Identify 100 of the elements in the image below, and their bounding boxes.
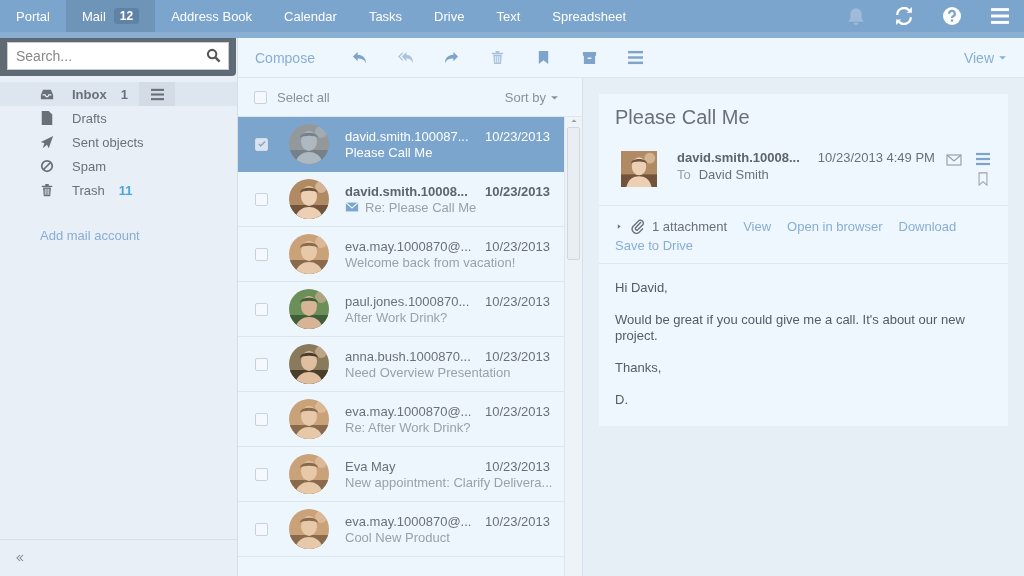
folder-item[interactable]: Sent objects [0,130,237,154]
message-row[interactable]: paul.jones.1000870... 10/23/2013 After Work Drink? [238,282,564,337]
attachment-link[interactable]: Download [898,218,957,234]
attachment-link[interactable]: View [743,218,772,234]
nav-tab[interactable]: Tasks [352,0,419,32]
spam-icon [40,159,54,173]
folder-item[interactable]: Spam [0,154,237,178]
recipient-name: David Smith [698,167,769,182]
collapse-icon[interactable] [14,552,26,564]
search-icon[interactable] [206,48,221,63]
message-row[interactable]: anna.bush.1000870... 10/23/2013 Need Overview Presentation [238,337,564,392]
search-field[interactable]: Search... [7,42,229,70]
message-row[interactable]: david.smith.100087... 10/23/2013 Please Call Me [238,117,564,172]
unread-count: 12 [113,8,140,24]
paperclip-icon [630,218,646,234]
folder-count: 1 [120,86,128,102]
archive-icon[interactable] [582,50,598,65]
checkbox[interactable] [254,90,267,104]
bookmark-icon[interactable] [976,172,990,186]
sender-name: david.smith.10008... [677,150,800,165]
message-sender: david.smith.100087... [345,128,469,144]
message-row[interactable]: eva.may.1000870@... 10/23/2013 Re: After Work Drink? [238,392,564,447]
message-row[interactable]: david.smith.10008... 10/23/2013 Re: Please Call Me [238,172,564,227]
check-icon [256,139,267,149]
message-paragraph: D. [615,392,629,408]
refresh-icon[interactable] [895,7,913,25]
trash-icon[interactable] [490,50,506,65]
checkbox[interactable] [255,137,268,151]
message-paragraph: Thanks, [615,360,663,376]
message-sender: Eva May [345,458,396,474]
nav-tab[interactable]: Text [480,0,537,32]
scroll-thumb[interactable] [567,127,580,260]
nav-tab[interactable]: Mail 12 [65,0,156,32]
message-row[interactable]: eva.may.1000870@... 10/23/2013 Cool New Product [238,502,564,557]
checkbox[interactable] [255,302,268,316]
message-sender: eva.may.1000870@... [345,403,472,419]
attachment-count: 1 attachment [652,218,728,234]
checkbox[interactable] [255,467,268,481]
message-paragraph: Hi David, [615,280,669,296]
nav-tab[interactable]: Spreadsheet [536,0,643,32]
reply-icon[interactable] [352,50,368,65]
inbox-icon [40,87,54,101]
message-subject: Welcome back from vacation! [345,254,516,270]
nav-tab[interactable]: Calendar [268,0,353,32]
folder-item[interactable]: Drafts [0,106,237,130]
reply-all-icon[interactable] [398,50,414,65]
help-icon[interactable] [943,7,961,25]
attachment-link[interactable]: Save to Drive [615,238,694,253]
select-all-label: Select all [277,89,330,105]
message-subject: Re: Please Call Me [365,199,477,215]
nav-tab[interactable]: Portal [0,0,66,32]
nav-tab[interactable]: Drive [418,0,481,32]
checkbox[interactable] [255,412,268,426]
folder-item[interactable]: Inbox 1 [0,82,237,106]
message-subject: Re: After Work Drink? [345,419,471,435]
nav-tab[interactable]: Address Book [155,0,269,32]
message-sender: david.smith.10008... [345,183,468,199]
document-icon [40,111,54,125]
scroll-up-icon [569,117,578,125]
message-sender: eva.may.1000870@... [345,238,472,254]
paper-plane-icon [40,135,54,149]
message-date: 10/23/2013 [484,403,550,419]
message-date: 10/23/2013 [484,183,550,199]
envelope-icon[interactable] [946,152,962,168]
message-subject: Need Overview Presentation [345,364,511,380]
message-sender: anna.bush.1000870... [345,348,471,364]
view-dropdown[interactable]: View [963,49,1008,66]
checkbox[interactable] [255,357,268,371]
checkbox[interactable] [255,247,268,261]
scrollbar[interactable] [564,117,582,576]
message-sender: paul.jones.1000870... [345,293,470,309]
message-subject: Please Call Me [345,144,433,160]
sort-dropdown[interactable]: Sort by [498,88,566,106]
message-paragraph: Would be great if you could give me a call. It's about our new project. [615,312,966,344]
envelope-icon [345,200,359,214]
message-datetime: 10/23/2013 4:49 PM [817,150,935,165]
menu-icon[interactable] [628,50,644,65]
attachment-link[interactable]: Open in browser [787,218,883,234]
notification-bell-icon[interactable] [847,7,865,25]
trash-icon [40,183,54,197]
message-subject: New appointment: Clarify Delivera... [345,474,553,490]
message-row[interactable]: eva.may.1000870@... 10/23/2013 Welcome back from vacation! [238,227,564,282]
add-account-link[interactable]: Add mail account [40,228,140,243]
menu-icon[interactable] [991,7,1009,25]
message-date: 10/23/2013 [484,513,550,529]
folder-count: 11 [118,182,133,198]
message-subject: Cool New Product [345,529,450,545]
message-date: 10/23/2013 [484,128,550,144]
message-date: 10/23/2013 [484,293,550,309]
checkbox[interactable] [255,192,268,206]
message-row[interactable]: Eva May 10/23/2013 New appointment: Clarify Delivera... [238,447,564,502]
to-label: To [677,167,691,182]
folder-item[interactable]: Trash 11 [0,178,237,202]
menu-icon[interactable] [976,152,990,166]
message-date: 10/23/2013 [484,238,550,254]
forward-icon[interactable] [444,50,460,65]
checkbox[interactable] [255,522,268,536]
message-date: 10/23/2013 [484,348,550,364]
menu-icon[interactable] [150,87,164,101]
compose-link[interactable]: Compose [255,49,315,66]
